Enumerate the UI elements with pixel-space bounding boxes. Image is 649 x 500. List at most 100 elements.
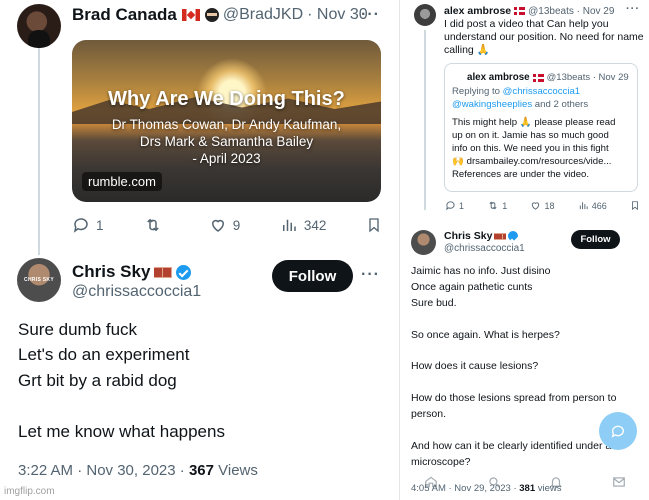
author-handle[interactable]: @chrissaccoccia1 — [444, 243, 525, 254]
views-count: 367 — [188, 462, 214, 479]
avatar-brad-canada[interactable] — [17, 4, 61, 48]
r-tweet2-header-handle: @chrissaccoccia1 — [444, 243, 525, 254]
tweet1-header: Brad Canada @BradJKD · Nov 30 — [72, 5, 368, 25]
canada-flag-icon — [181, 9, 200, 21]
reply-button[interactable]: 1 — [445, 200, 464, 211]
repost-button[interactable]: 1 — [487, 200, 507, 211]
like-count: 9 — [232, 217, 241, 233]
card-source-domain: rumble.com — [82, 172, 162, 191]
author-handle-date[interactable]: @13beats · Nov 29 — [528, 6, 614, 17]
ninja-icon — [204, 8, 219, 22]
tweet-body-line: So once again. What is herpes? — [411, 328, 560, 341]
repost-button[interactable] — [143, 216, 169, 234]
tweet-body-line: Let me know what happens — [18, 422, 225, 441]
mention-link[interactable]: @chrissaccoccia1 — [503, 86, 580, 97]
views-button[interactable]: 466 — [578, 200, 607, 211]
card-title: Why Are We Doing This? — [108, 88, 345, 110]
views-count: 381 — [519, 483, 536, 494]
author-name[interactable]: Chris Sky — [444, 230, 492, 242]
tweet-timestamp[interactable]: 4:05 AM · Nov 29, 2023 · — [411, 483, 519, 494]
tweet-body-line: How does it cause lesions? — [411, 360, 539, 373]
tweet-body-line: How do those lesions spread from person … — [411, 392, 617, 405]
tweet-body-line: Once again pathetic cunts — [411, 280, 533, 293]
author-name[interactable]: alex ambrose — [444, 5, 511, 17]
quote-author-name: alex ambrose — [467, 72, 530, 83]
mail-icon[interactable] — [612, 475, 626, 489]
denmark-flag-icon — [514, 7, 526, 15]
tweet2-header-name: Chris Sky — [72, 262, 192, 282]
tweet-body-line: calling 🙏 — [444, 44, 490, 56]
author-handle[interactable]: @BradJKD — [223, 6, 303, 24]
tweet2-header-handle: @chrissaccoccia1 — [72, 283, 201, 301]
thread-connector-line — [424, 30, 426, 210]
author-name[interactable]: Chris Sky — [72, 262, 150, 282]
heart-icon — [532, 202, 540, 210]
verified-badge-icon — [176, 264, 192, 280]
avatar-chris-sky[interactable]: CHRIS SKY — [17, 258, 61, 302]
quoted-tweet[interactable]: alex ambrose @13beats · Nov 29 Replying … — [444, 63, 638, 192]
view-count: 466 — [591, 200, 607, 211]
heart-icon — [211, 219, 224, 232]
repost-count: 1 — [502, 200, 508, 211]
reply-count: 1 — [459, 200, 465, 211]
more-options-icon[interactable]: ··· — [361, 6, 380, 24]
reply-icon — [446, 201, 455, 211]
tweet-timestamp-line: 3:22 AM · Nov 30, 2023 · 367 Views — [18, 462, 258, 479]
tweet-body-line: Let's do an experiment — [18, 345, 190, 364]
quote-header: alex ambrose @13beats · Nov 29 — [467, 72, 629, 83]
mention-link[interactable]: @wakingsheeplies — [452, 99, 532, 110]
author-name[interactable]: Brad Canada — [72, 5, 177, 25]
brick-icon — [494, 232, 507, 240]
bookmark-button[interactable] — [630, 200, 640, 211]
brick-icon — [154, 266, 173, 278]
quote-reply-line: Replying to @chrissaccoccia1 — [452, 86, 636, 98]
tweet-body-line: understand our position. No need for nam… — [444, 31, 644, 43]
denmark-flag-icon — [532, 73, 544, 82]
reply-prefix: Replying to — [452, 86, 503, 97]
bar-chart-icon — [282, 219, 296, 231]
video-card[interactable]: Why Are We Doing This? Dr Thomas Cowan, … — [72, 40, 381, 202]
tweet-body-line: Grt bit by a rabid dog — [18, 371, 177, 390]
thread-connector-line — [38, 48, 40, 255]
compose-message-button[interactable] — [599, 412, 637, 450]
r-tweet1-header: alex ambrose @13beats · Nov 29 — [444, 5, 614, 17]
tweet-timestamp[interactable]: 3:22 AM · Nov 30, 2023 · — [18, 462, 189, 479]
tweet-body-line: microscope? — [411, 455, 471, 468]
author-handle[interactable]: @chrissaccoccia1 — [72, 283, 201, 301]
more-options-icon[interactable]: ··· — [626, 3, 640, 15]
avatar-alex-ambrose[interactable] — [414, 4, 436, 26]
card-subtitle-line: Dr Thomas Cowan, Dr Andy Kaufman, — [111, 117, 342, 132]
imgflip-watermark: imgflip.com — [4, 486, 55, 497]
like-button[interactable]: 18 — [530, 200, 554, 211]
quote-author-handle-date: @13beats · Nov 29 — [546, 72, 629, 83]
reply-suffix: and 2 others — [532, 99, 589, 110]
reply-count: 1 — [96, 217, 104, 233]
card-subtitle-line: - April 2023 — [192, 151, 261, 166]
views-button[interactable]: 342 — [280, 216, 326, 234]
follow-button[interactable]: Follow — [571, 230, 620, 249]
bookmark-button[interactable] — [366, 216, 382, 234]
quote-body-line: info on this. We need you in this fight — [452, 143, 609, 154]
tweet-body-line: Jaimic has no info. Just disino — [411, 265, 551, 277]
reply-icon — [73, 218, 88, 233]
chat-bubble-icon — [611, 425, 624, 438]
views-label: Views — [213, 462, 258, 479]
r-tweet1-action-bar: 1 1 18 466 — [445, 200, 640, 211]
quote-link-line[interactable]: 🙌 drsambailey.com/resources/vide... — [452, 156, 636, 168]
like-button[interactable]: 9 — [209, 216, 241, 234]
tweet1-action-bar: 1 9 342 — [72, 216, 382, 234]
repost-icon — [489, 201, 497, 210]
reply-button[interactable]: 1 — [72, 216, 104, 234]
tweet-timestamp-line: 4:05 AM · Nov 29, 2023 · 381 views — [411, 483, 562, 494]
tweet-date[interactable]: · Nov 30 — [307, 6, 367, 24]
right-screenshot-panel: alex ambrose @13beats · Nov 29 ··· I did… — [399, 0, 649, 500]
follow-button[interactable]: Follow — [272, 260, 353, 292]
avatar-chris-sky[interactable] — [411, 230, 436, 255]
quote-body-line: This might help 🙏 please please read — [452, 117, 616, 128]
tweet-body-line: Sure dumb fuck — [18, 320, 138, 339]
more-options-icon[interactable]: ··· — [361, 266, 380, 284]
avatar-text: CHRIS SKY — [24, 277, 54, 283]
